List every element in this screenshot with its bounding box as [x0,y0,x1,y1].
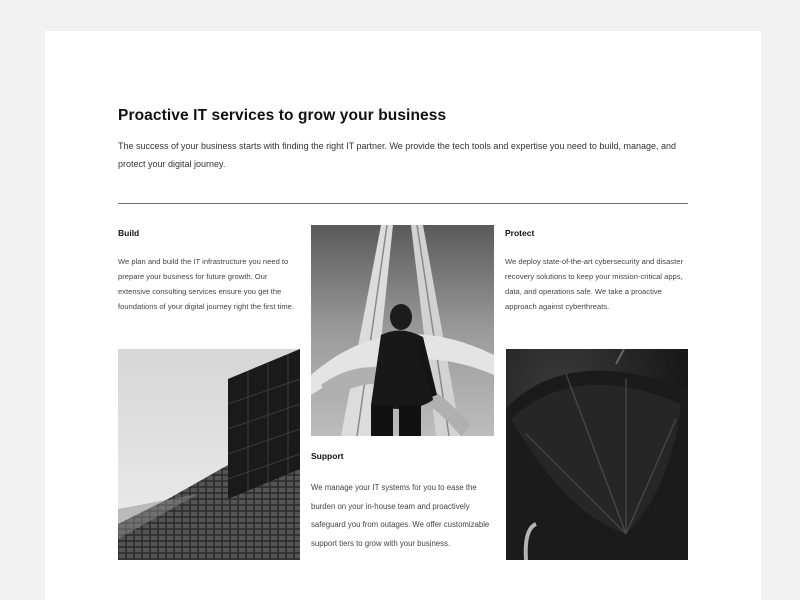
bridge-person-photo [311,225,494,436]
support-text: We manage your IT systems for you to eas… [311,483,490,548]
skyscraper-photo [118,349,300,560]
protect-text: We deploy state-of-the-art cybersecurity… [505,257,683,311]
section-headline: Proactive IT services to grow your busin… [118,107,447,124]
protect-title: Protect [505,228,535,238]
build-title: Build [118,228,140,238]
build-text: We plan and build the IT infrastructure … [118,257,295,311]
divider [118,203,688,204]
support-title: Support [311,451,344,461]
umbrella-photo [506,349,688,560]
section-intro: The success of your business starts with… [118,141,676,169]
